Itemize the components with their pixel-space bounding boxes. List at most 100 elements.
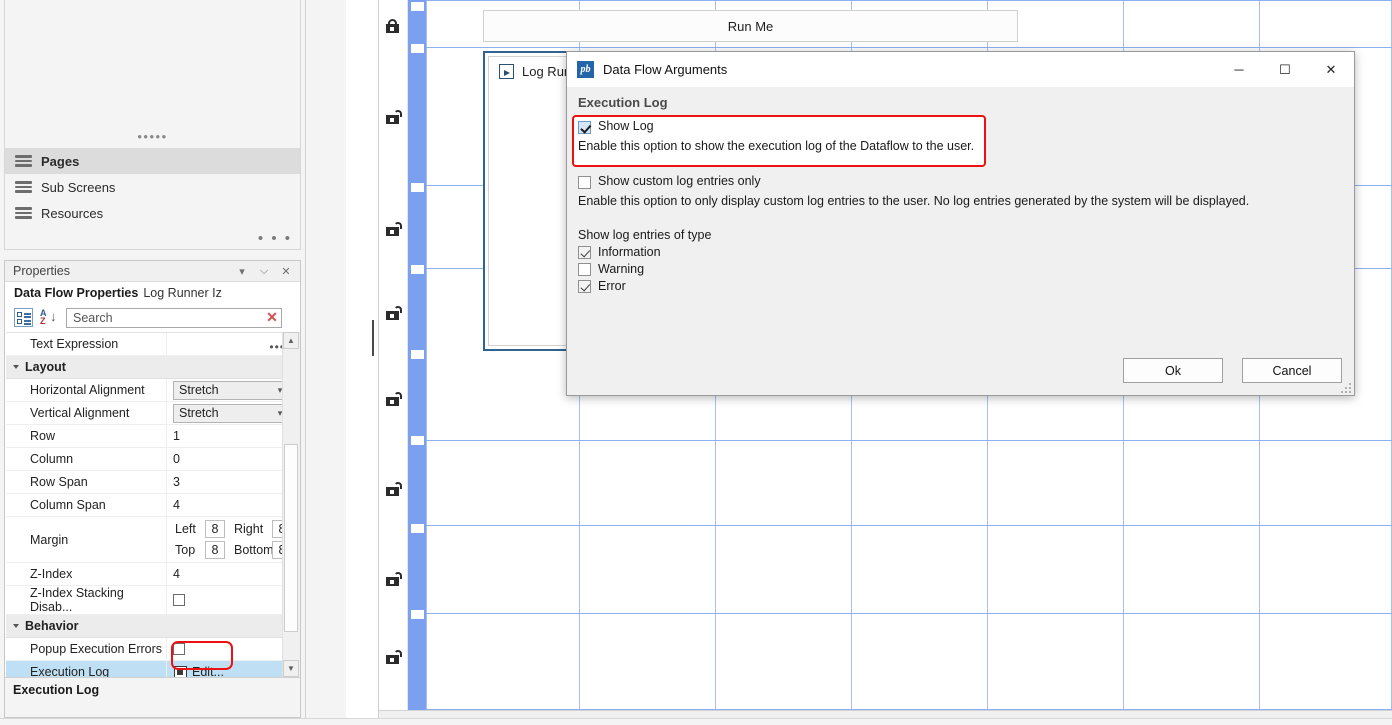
unlocked-icon[interactable]	[386, 650, 402, 664]
explorer-tree-area[interactable]	[5, 0, 300, 148]
overflow-menu-icon[interactable]: • • •	[258, 231, 292, 246]
error-checkbox[interactable]	[578, 280, 591, 293]
scroll-up-button[interactable]: ▲	[283, 332, 299, 349]
row-handle[interactable]	[410, 350, 424, 359]
property-category-behavior[interactable]: Behavior	[6, 615, 291, 638]
search-field-wrapper[interactable]: ✕	[66, 307, 282, 328]
log-type-warning-row[interactable]: Warning	[578, 262, 711, 276]
row-handle[interactable]	[410, 436, 424, 445]
cancel-button[interactable]: Cancel	[1242, 358, 1342, 383]
property-value[interactable]: 3	[166, 471, 291, 493]
property-value[interactable]: 1	[166, 425, 291, 447]
property-name: Popup Execution Errors	[30, 642, 163, 656]
sidebar-item-sub-screens[interactable]: Sub Screens	[5, 174, 300, 200]
custom-entries-checkbox[interactable]	[578, 176, 591, 189]
close-icon[interactable]: ✕	[1308, 52, 1354, 87]
property-value[interactable]: 0	[166, 448, 291, 470]
resize-grip-icon[interactable]	[1339, 381, 1351, 393]
row-lock-gutter[interactable]	[379, 0, 408, 710]
row-handle[interactable]	[410, 2, 424, 11]
property-name: Vertical Alignment	[30, 406, 130, 420]
zindex-stacking-checkbox[interactable]	[173, 594, 185, 606]
property-row[interactable]: Horizontal Alignment Stretch ▾	[6, 379, 291, 402]
row-selector-bar[interactable]	[408, 0, 426, 710]
property-row[interactable]: Column 0	[6, 448, 291, 471]
row-handle[interactable]	[410, 610, 424, 619]
property-row-margin[interactable]: Margin Left 8 Right 8 Top 8 Bottom	[6, 517, 291, 563]
pin-icon[interactable]: ⌵	[254, 262, 274, 280]
categorized-view-icon[interactable]	[14, 308, 33, 327]
information-checkbox[interactable]	[578, 246, 591, 259]
properties-header-title: Data Flow Properties	[14, 285, 139, 300]
row-handle[interactable]	[410, 44, 424, 53]
dialog-titlebar[interactable]: pb Data Flow Arguments ─ ☐ ✕	[567, 52, 1354, 87]
unlocked-icon[interactable]	[386, 482, 402, 496]
margin-left-input[interactable]: 8	[205, 520, 225, 538]
unlocked-icon[interactable]	[386, 572, 402, 586]
row-handle[interactable]	[410, 265, 424, 274]
property-name: Column	[30, 452, 74, 466]
row-handle[interactable]	[410, 524, 424, 533]
property-name: Row	[30, 429, 56, 443]
property-row[interactable]: Row 1	[6, 425, 291, 448]
property-row[interactable]: Text Expression •••	[6, 333, 291, 356]
show-log-checkbox-row[interactable]: Show Log	[578, 120, 983, 134]
list-icon	[15, 155, 32, 167]
unlocked-icon[interactable]	[386, 306, 402, 320]
unlocked-icon[interactable]	[386, 222, 402, 236]
scroll-down-button[interactable]: ▼	[283, 660, 299, 677]
property-row[interactable]: Z-Index 4	[6, 563, 291, 586]
custom-entries-checkbox-row[interactable]: Show custom log entries only	[578, 175, 1249, 189]
property-value[interactable]: 4	[166, 563, 291, 585]
sidebar-item-pages[interactable]: Pages	[5, 148, 300, 174]
log-type-information-row[interactable]: Information	[578, 245, 711, 259]
property-row[interactable]: Row Span 3	[6, 471, 291, 494]
popup-execution-errors-checkbox[interactable]	[173, 643, 185, 655]
sort-alphabetical-icon[interactable]: A Z ↓	[38, 308, 58, 328]
margin-top-label: Top	[175, 543, 196, 557]
property-value[interactable]: 4	[166, 494, 291, 516]
property-name: Text Expression	[30, 337, 119, 351]
margin-top-input[interactable]: 8	[205, 541, 225, 559]
property-row[interactable]: Column Span 4	[6, 494, 291, 517]
show-log-checkbox[interactable]	[578, 121, 591, 134]
property-row[interactable]: Popup Execution Errors	[6, 638, 291, 661]
search-input[interactable]	[67, 307, 263, 328]
minimize-icon[interactable]: ─	[1216, 52, 1262, 87]
margin-left-label: Left	[175, 522, 196, 536]
scrollbar-thumb[interactable]	[284, 444, 298, 632]
row-handle[interactable]	[410, 183, 424, 192]
property-name: Column Span	[30, 498, 106, 512]
property-row[interactable]: Z-Index Stacking Disab...	[6, 586, 291, 615]
property-name: Execution Log	[30, 665, 110, 678]
property-grid[interactable]: Text Expression ••• Layout Horizontal Al…	[6, 332, 291, 678]
property-row[interactable]: Vertical Alignment Stretch ▾	[6, 402, 291, 425]
ok-button[interactable]: Ok	[1123, 358, 1223, 383]
log-type-error-row[interactable]: Error	[578, 279, 711, 293]
property-name: Z-Index Stacking Disab...	[30, 586, 124, 614]
clear-search-icon[interactable]: ✕	[263, 309, 281, 326]
custom-entries-group: Show custom log entries only Enable this…	[578, 175, 1249, 208]
property-value[interactable]: •••	[166, 333, 291, 355]
expander-triangle-icon[interactable]	[13, 365, 19, 369]
chevron-down-icon[interactable]: ▾	[232, 262, 252, 280]
locked-icon[interactable]	[386, 19, 402, 33]
sidebar-item-resources[interactable]: Resources	[5, 200, 300, 226]
property-name: Horizontal Alignment	[30, 383, 145, 397]
warning-checkbox[interactable]	[578, 263, 591, 276]
run-me-button[interactable]: Run Me	[483, 10, 1018, 42]
maximize-icon[interactable]: ☐	[1262, 52, 1308, 87]
splitter-handle[interactable]	[372, 320, 374, 356]
property-category-layout[interactable]: Layout	[6, 356, 291, 379]
unlocked-icon[interactable]	[386, 110, 402, 124]
unlocked-icon[interactable]	[386, 392, 402, 406]
document-splitter[interactable]	[346, 0, 379, 724]
property-description-pane: Execution Log	[5, 677, 300, 717]
expander-triangle-icon[interactable]	[13, 624, 19, 628]
dataflow-icon	[499, 64, 514, 79]
data-flow-arguments-dialog[interactable]: pb Data Flow Arguments ─ ☐ ✕ Execution L…	[566, 51, 1355, 396]
vertical-alignment-combo[interactable]: Stretch ▾	[173, 403, 289, 423]
horizontal-alignment-combo[interactable]: Stretch ▾	[173, 380, 289, 400]
close-icon[interactable]: ✕	[276, 262, 296, 280]
property-grid-scrollbar[interactable]: ▲ ▼	[282, 332, 300, 677]
